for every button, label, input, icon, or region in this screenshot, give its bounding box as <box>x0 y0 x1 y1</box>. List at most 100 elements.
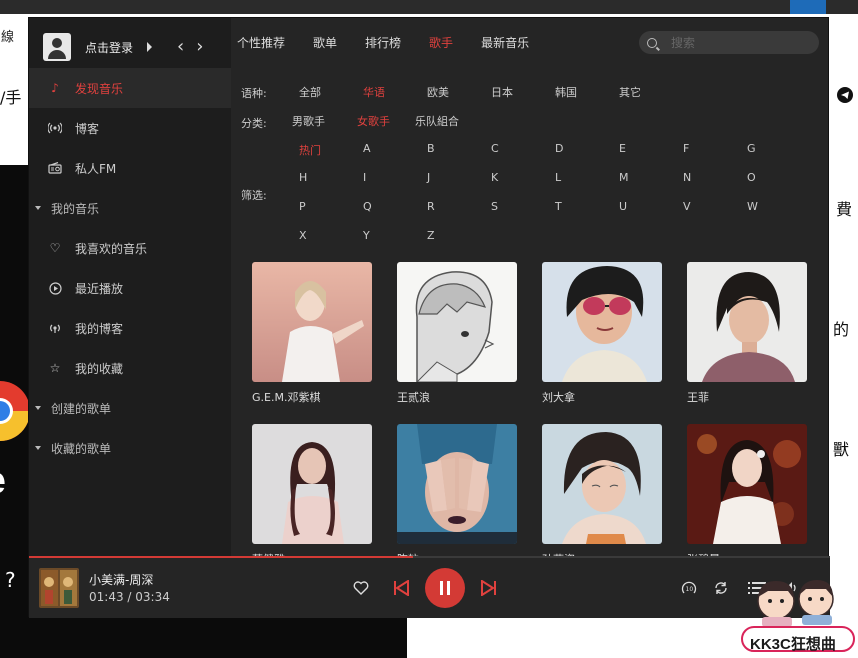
filter-letter-option[interactable]: D <box>555 142 563 155</box>
search-input[interactable] <box>669 34 813 51</box>
filter-letter-option[interactable]: 热门 <box>299 142 321 158</box>
sidebar-item-my-podcast[interactable]: 我的博客 <box>29 308 231 348</box>
login-label[interactable]: 点击登录 <box>85 39 133 56</box>
filter-category-option[interactable]: 男歌手 <box>292 113 325 129</box>
artist-card[interactable]: 王菲 <box>687 262 807 405</box>
search-box[interactable] <box>639 31 819 54</box>
tab-artists[interactable]: 歌手 <box>429 32 453 54</box>
artist-photo[interactable] <box>542 262 662 382</box>
song-title[interactable]: 小美满-周深 <box>89 571 153 588</box>
artist-name[interactable]: 刘大拿 <box>542 389 662 405</box>
artist-photo[interactable] <box>252 262 372 382</box>
filter-letter-option[interactable]: H <box>299 171 307 184</box>
artist-name[interactable]: G.E.M.邓紫棋 <box>252 389 372 405</box>
sidebar-item-recent[interactable]: 最近播放 <box>29 268 231 308</box>
filter-letter-option[interactable]: F <box>683 142 689 155</box>
sidebar-item-label: 发现音乐 <box>75 81 124 96</box>
filter-letter-option[interactable]: W <box>747 200 758 213</box>
filter-language-option[interactable]: 欧美 <box>427 84 449 100</box>
filter-letter-option[interactable]: R <box>427 200 435 213</box>
filter-letter-option[interactable]: M <box>619 171 629 184</box>
artist-photo[interactable] <box>687 424 807 544</box>
filter-language-label: 语种: <box>241 87 267 100</box>
bg-right-text-2: 的 <box>833 320 850 339</box>
tab-new-music[interactable]: 最新音乐 <box>481 32 529 54</box>
podcast-icon <box>47 120 63 136</box>
tab-playlists[interactable]: 歌单 <box>313 32 337 54</box>
filter-category-option[interactable]: 乐队組合 <box>415 113 459 129</box>
sidebar-item-podcast[interactable]: 博客 <box>29 108 231 148</box>
artist-card[interactable]: 蔡健雅 <box>252 424 372 567</box>
repeat-icon <box>715 582 727 594</box>
podcast-icon <box>47 320 63 336</box>
sidebar-group-label: 收藏的歌单 <box>51 441 112 456</box>
filter-category-option[interactable]: 女歌手 <box>357 113 390 129</box>
artist-photo[interactable] <box>542 424 662 544</box>
tab-charts[interactable]: 排行榜 <box>365 32 401 54</box>
login-row[interactable]: 点击登录 <box>43 32 153 62</box>
filter-language-option[interactable]: 全部 <box>299 84 321 100</box>
filter-letter-option[interactable]: A <box>363 142 371 155</box>
playback-speed-button[interactable]: 10 <box>679 578 699 598</box>
tab-recommend[interactable]: 个性推荐 <box>237 32 285 54</box>
next-button[interactable] <box>479 578 499 598</box>
artist-photo[interactable] <box>252 424 372 544</box>
filter-language-option[interactable]: 韩国 <box>555 84 577 100</box>
bg-right-text-1: 費 <box>836 200 853 219</box>
sidebar-group-my-music[interactable]: 我的音乐 <box>29 188 231 228</box>
back-arrow-icon[interactable]: ‹ <box>177 38 184 56</box>
artist-card[interactable]: 孙燕姿 <box>542 424 662 567</box>
filter-letter-option[interactable]: Z <box>427 229 435 242</box>
filter-letter-option[interactable]: X <box>299 229 307 242</box>
filter-letter-option[interactable]: G <box>747 142 756 155</box>
artist-photo[interactable] <box>397 424 517 544</box>
artist-card[interactable]: 陈粒 <box>397 424 517 567</box>
artist-card[interactable]: 张碧晨 <box>687 424 807 567</box>
artist-card[interactable]: G.E.M.邓紫棋 <box>252 262 372 405</box>
filter-letter-option[interactable]: P <box>299 200 306 213</box>
filter-letter-option[interactable]: E <box>619 142 626 155</box>
sidebar-item-label: 私人FM <box>75 161 117 176</box>
pause-button[interactable] <box>425 568 465 608</box>
browser-extension-button[interactable] <box>790 0 826 14</box>
like-button[interactable] <box>351 578 371 598</box>
filter-language-option[interactable]: 其它 <box>619 84 641 100</box>
artist-card[interactable]: 王贰浪 <box>397 262 517 405</box>
previous-button[interactable] <box>391 578 411 598</box>
top-tabs: 个性推荐 歌单 排行榜 歌手 最新音乐 <box>237 32 557 54</box>
filter-letter-option[interactable]: Y <box>363 229 370 242</box>
sidebar-group-created[interactable]: 创建的歌单 <box>29 388 231 428</box>
filter-letter-option[interactable]: Q <box>363 200 372 213</box>
forward-arrow-icon[interactable]: › <box>196 38 203 56</box>
filter-letter-option[interactable]: K <box>491 171 498 184</box>
artist-photo[interactable] <box>397 262 517 382</box>
filter-letter-option[interactable]: S <box>491 200 498 213</box>
filter-language-option[interactable]: 华语 <box>363 84 385 100</box>
filter-letter-option[interactable]: J <box>427 171 430 184</box>
sidebar-item-fm[interactable]: 私人FM <box>29 148 231 188</box>
browser-topbar <box>0 0 858 14</box>
filter-letter-option[interactable]: I <box>363 171 366 184</box>
artist-name[interactable]: 王菲 <box>687 389 807 405</box>
filter-letter-option[interactable]: L <box>555 171 561 184</box>
sidebar-item-label: 我的收藏 <box>75 361 124 376</box>
sidebar-item-collection[interactable]: ☆ 我的收藏 <box>29 348 231 388</box>
album-cover[interactable] <box>39 568 79 608</box>
sidebar-group-collected[interactable]: 收藏的歌单 <box>29 428 231 468</box>
caret-right-icon[interactable] <box>147 42 153 52</box>
filter-letter-option[interactable]: N <box>683 171 691 184</box>
filter-letter-option[interactable]: C <box>491 142 499 155</box>
filter-letter-option[interactable]: B <box>427 142 435 155</box>
artist-photo[interactable] <box>687 262 807 382</box>
sidebar-item-discover[interactable]: ♪ 发现音乐 <box>29 68 231 108</box>
filter-letter-option[interactable]: O <box>747 171 756 184</box>
filter-letter-option[interactable]: U <box>619 200 627 213</box>
filter-language-option[interactable]: 日本 <box>491 84 513 100</box>
repeat-button[interactable] <box>711 578 731 598</box>
filter-letter-option[interactable]: T <box>555 200 562 213</box>
filter-letter-option[interactable]: V <box>683 200 691 213</box>
avatar[interactable] <box>43 33 71 61</box>
artist-card[interactable]: 刘大拿 <box>542 262 662 405</box>
sidebar-item-liked[interactable]: ♡ 我喜欢的音乐 <box>29 228 231 268</box>
artist-name[interactable]: 王贰浪 <box>397 389 517 405</box>
